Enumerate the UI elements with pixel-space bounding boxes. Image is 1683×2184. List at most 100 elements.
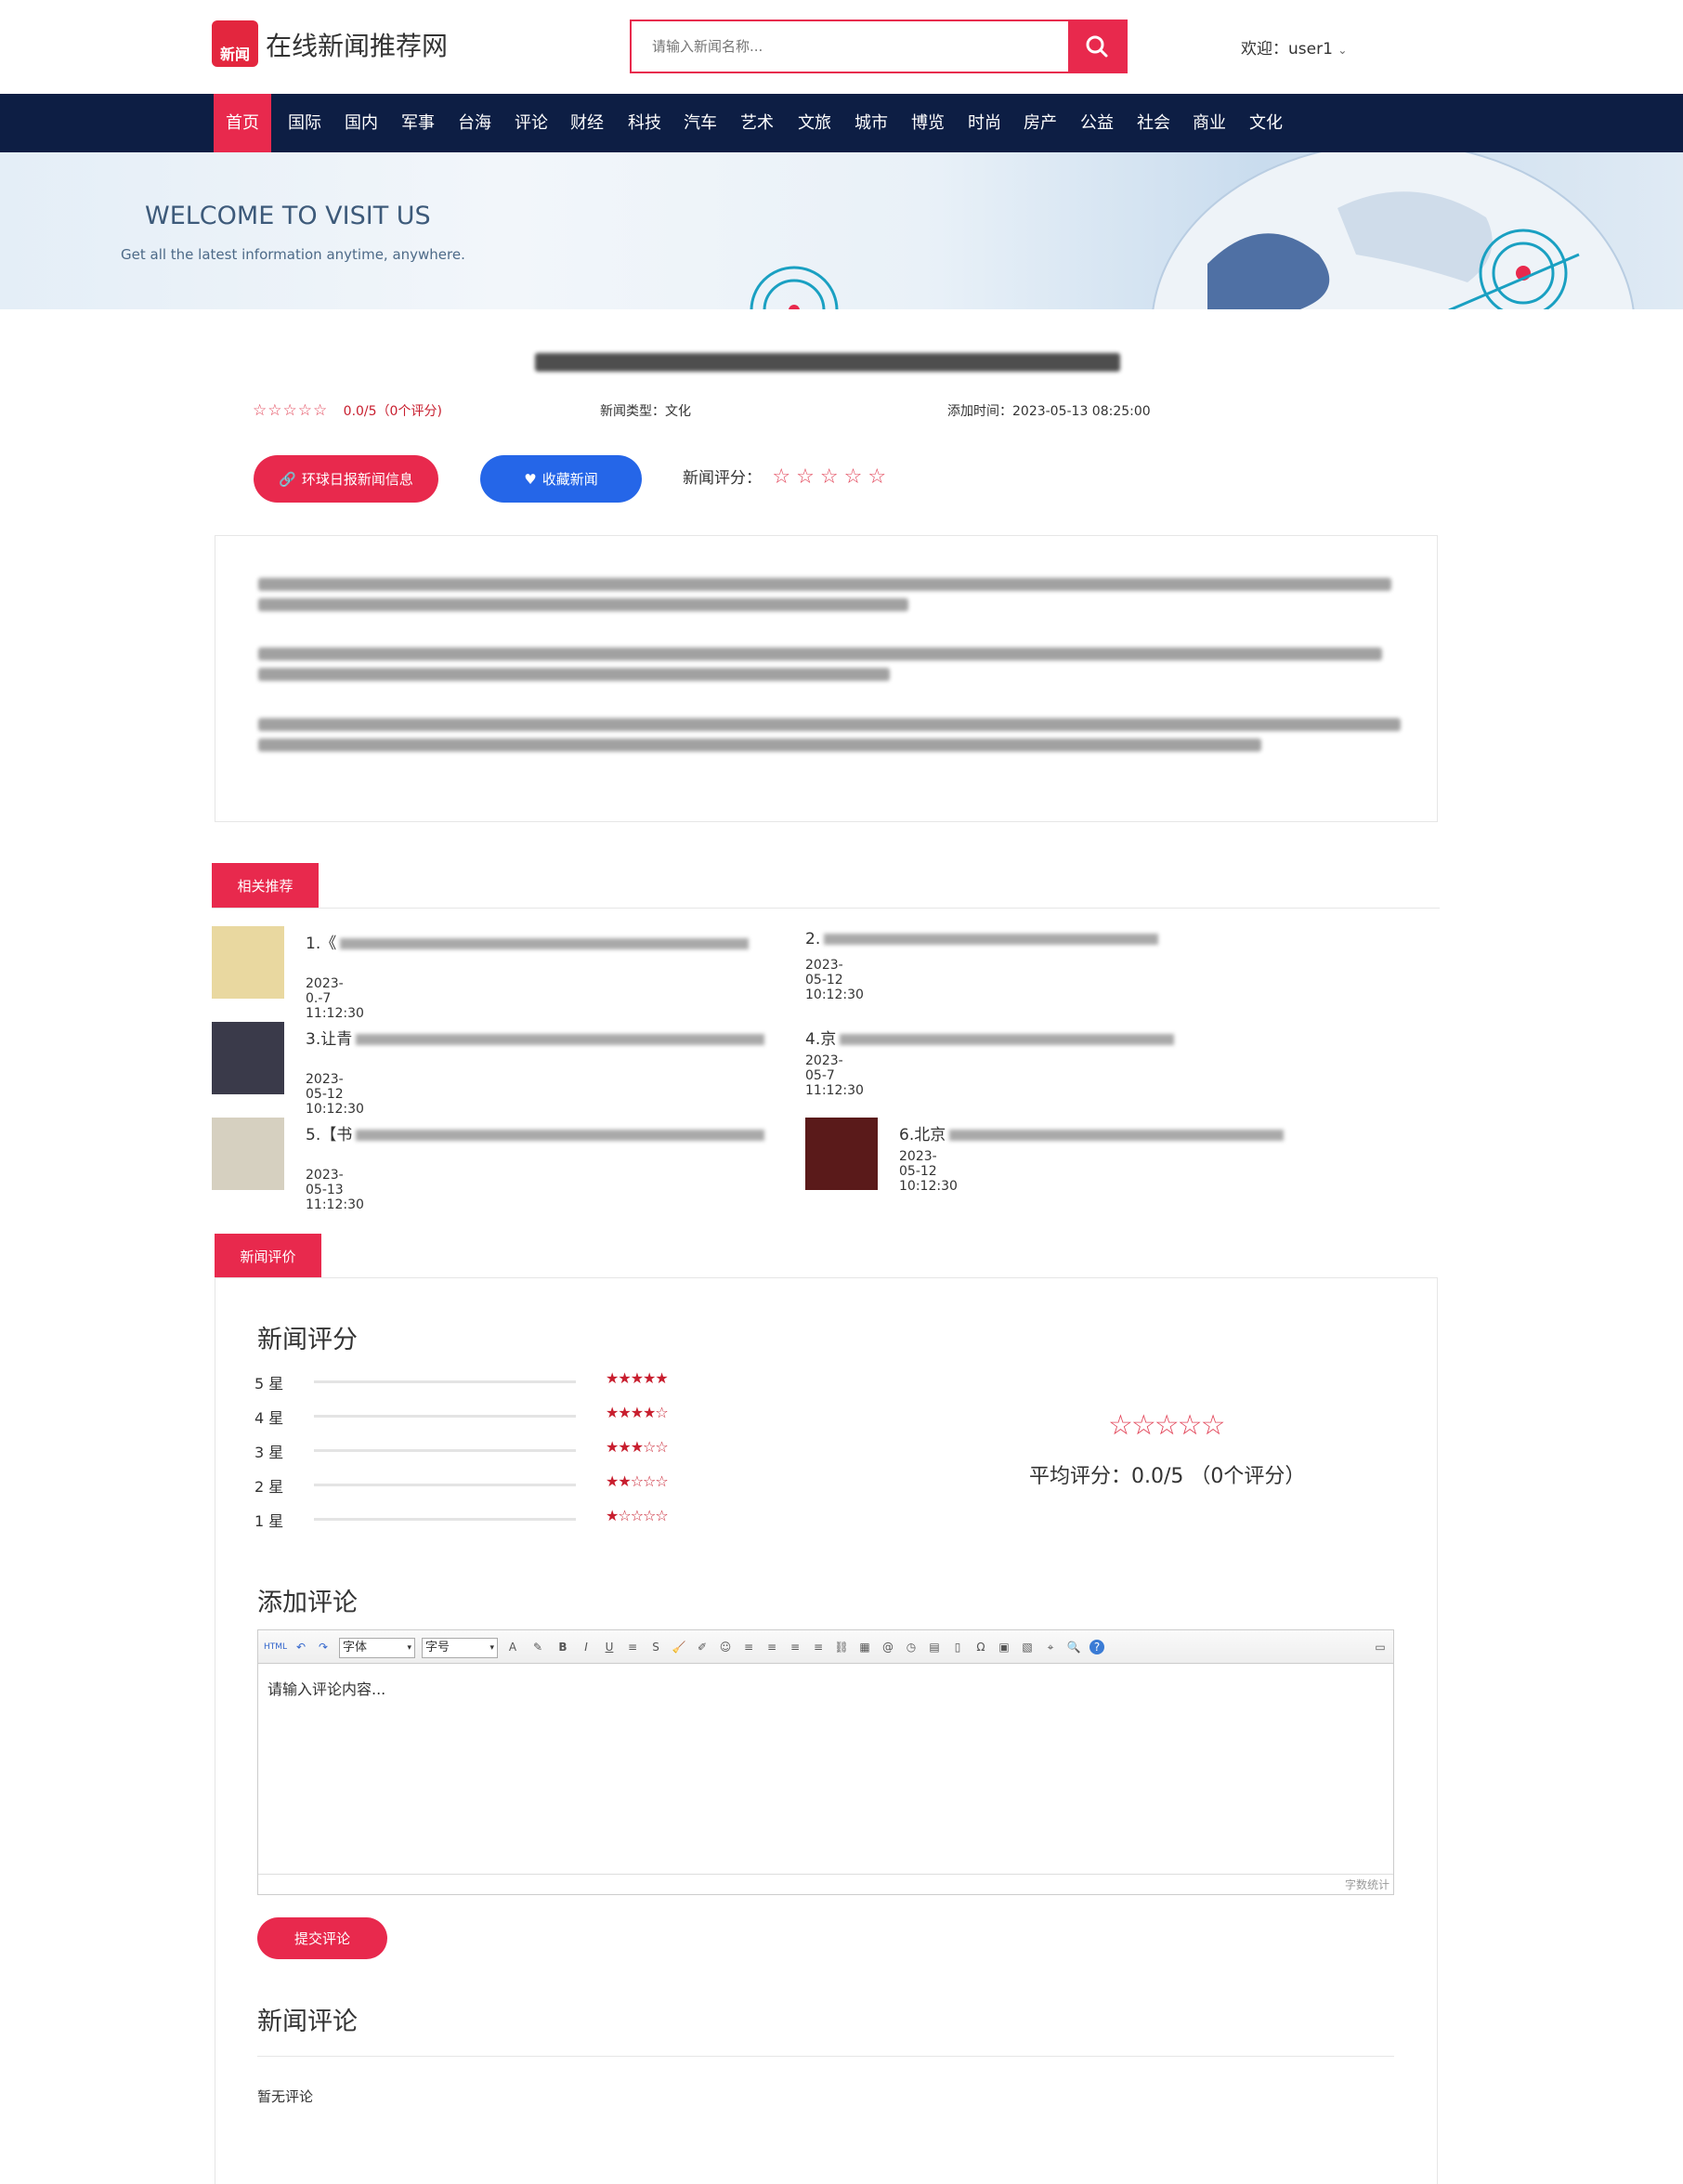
- anchor-icon[interactable]: @: [881, 1640, 895, 1654]
- nav-item[interactable]: 台海: [449, 94, 501, 152]
- format-clear-icon[interactable]: 🧹: [672, 1640, 686, 1654]
- tab-evaluation[interactable]: 新闻评价: [215, 1234, 321, 1278]
- rating-bar-track: [314, 1449, 576, 1452]
- html-source-icon[interactable]: HTML: [264, 1640, 287, 1654]
- rating-bar-stars-icon: ★★★☆☆: [606, 1438, 669, 1456]
- page-break-icon[interactable]: ▯: [950, 1640, 965, 1654]
- date-icon[interactable]: ▤: [927, 1640, 942, 1654]
- user-menu[interactable]: 欢迎：user1 ⌄: [1241, 35, 1347, 59]
- favorite-button[interactable]: ♥ 收藏新闻: [480, 455, 642, 503]
- bold-icon[interactable]: B: [555, 1640, 570, 1654]
- align-center-icon[interactable]: ≡: [764, 1640, 779, 1654]
- related-thumbnail[interactable]: [212, 1118, 284, 1190]
- find-icon[interactable]: ⌖: [1043, 1640, 1058, 1654]
- source-link-button[interactable]: 🔗 环球日报新闻信息: [254, 455, 438, 503]
- rate-star-icon[interactable]: ☆: [772, 465, 790, 489]
- nav-item[interactable]: 军事: [392, 94, 444, 152]
- nav-item[interactable]: 财经: [561, 94, 613, 152]
- related-title[interactable]: 4.京: [805, 1026, 1175, 1049]
- underline-icon[interactable]: U: [602, 1640, 617, 1654]
- nav-item[interactable]: 国内: [335, 94, 387, 152]
- submit-comment-button[interactable]: 提交评论: [257, 1917, 387, 1959]
- related-title[interactable]: 5.【书: [306, 1121, 765, 1144]
- nav-item[interactable]: 艺术: [731, 94, 783, 152]
- time-icon[interactable]: ◷: [904, 1640, 919, 1654]
- align-justify-icon[interactable]: ≡: [811, 1640, 826, 1654]
- nav-item[interactable]: 国际: [279, 94, 331, 152]
- special-char-icon[interactable]: Ω: [973, 1640, 988, 1654]
- search-button[interactable]: [1068, 21, 1126, 72]
- align-left-icon[interactable]: ≡: [741, 1640, 756, 1654]
- source-button-label: 环球日报新闻信息: [301, 471, 413, 488]
- nav-item[interactable]: 科技: [619, 94, 671, 152]
- logo-badge-text: 新闻: [219, 46, 250, 63]
- article-category: 新闻类型：文化: [600, 404, 691, 419]
- rating-bar-stars-icon: ★☆☆☆☆: [606, 1507, 669, 1524]
- undo-icon[interactable]: ↶: [294, 1640, 308, 1654]
- related-title[interactable]: 3.让青: [306, 1026, 765, 1049]
- related-thumbnail[interactable]: [212, 1022, 284, 1094]
- nav-item[interactable]: 社会: [1128, 94, 1180, 152]
- comment-textarea[interactable]: 请输入评论内容...: [267, 1677, 385, 1699]
- rate-star-icon[interactable]: ☆: [820, 465, 839, 489]
- related-title[interactable]: 1.《: [306, 930, 750, 953]
- site-logo[interactable]: 新闻: [212, 20, 258, 67]
- align-right-icon[interactable]: ≡: [788, 1640, 802, 1654]
- redo-icon[interactable]: ↷: [316, 1640, 331, 1654]
- nav-item[interactable]: 城市: [845, 94, 897, 152]
- rate-label: 新闻评分：: [683, 469, 762, 488]
- nav-item[interactable]: 评论: [505, 94, 557, 152]
- related-title[interactable]: 2.: [805, 930, 1159, 948]
- tab-related[interactable]: 相关推荐: [212, 863, 319, 908]
- media-icon[interactable]: ▣: [997, 1640, 1011, 1654]
- strikethrough-icon[interactable]: S: [648, 1640, 663, 1654]
- rating-bar-label: 3 星: [254, 1444, 284, 1461]
- nav-item[interactable]: 文旅: [789, 94, 841, 152]
- image-icon[interactable]: ▦: [857, 1640, 872, 1654]
- site-name[interactable]: 在线新闻推荐网: [266, 26, 448, 63]
- nav-item[interactable]: 首页: [214, 94, 271, 152]
- rate-star-icon[interactable]: ☆: [844, 465, 863, 489]
- nav-item[interactable]: 博览: [902, 94, 954, 152]
- related-title-text: 3.让青: [306, 1030, 353, 1049]
- emoji-icon[interactable]: ☺: [718, 1640, 733, 1654]
- line-height-icon[interactable]: ≡: [625, 1640, 640, 1654]
- nav-item[interactable]: 汽车: [674, 94, 726, 152]
- add-comment-heading: 添加评论: [257, 1589, 358, 1617]
- related-title-redacted: [824, 934, 1159, 945]
- link-icon[interactable]: ⛓: [834, 1640, 849, 1654]
- fullscreen-icon[interactable]: ▭: [1373, 1640, 1388, 1654]
- rate-star-icon[interactable]: ☆: [868, 465, 886, 489]
- related-thumbnail[interactable]: [212, 926, 284, 999]
- preview-icon[interactable]: 🔍: [1066, 1640, 1081, 1654]
- help-icon[interactable]: ?: [1089, 1640, 1104, 1654]
- related-title-redacted: [356, 1130, 765, 1141]
- related-title[interactable]: 6.北京: [899, 1121, 1285, 1144]
- rating-stars-icon: ☆☆☆☆☆: [253, 401, 329, 420]
- article-rating-summary: ☆☆☆☆☆ 0.0/5（0个评分): [253, 401, 442, 420]
- format-brush-icon[interactable]: ✐: [695, 1640, 710, 1654]
- italic-icon[interactable]: I: [579, 1640, 594, 1654]
- search-icon: [1086, 35, 1108, 58]
- table-icon[interactable]: ▧: [1020, 1640, 1035, 1654]
- font-color-icon[interactable]: A: [505, 1640, 520, 1654]
- nav-item[interactable]: 文化: [1240, 94, 1292, 152]
- main-nav: 首页 国际 国内 军事 台海 评论 财经 科技 汽车 艺术 文旅 城市 博览 时尚 房产 公益 社会 商业 文化: [0, 94, 1683, 152]
- search-input[interactable]: [632, 21, 1068, 72]
- font-size-select[interactable]: 字号 ▾: [422, 1638, 498, 1658]
- rating-bar-track: [314, 1518, 576, 1521]
- banner: [0, 152, 1683, 309]
- nav-item[interactable]: 公益: [1071, 94, 1123, 152]
- rate-star-icon[interactable]: ☆: [796, 465, 815, 489]
- font-family-select[interactable]: 字体 ▾: [339, 1638, 415, 1658]
- nav-item[interactable]: 房产: [1014, 94, 1066, 152]
- no-comments-text: 暂无评论: [257, 2088, 314, 2105]
- related-thumbnail[interactable]: [805, 1118, 878, 1190]
- related-title-redacted: [840, 1034, 1175, 1045]
- nav-item[interactable]: 时尚: [959, 94, 1011, 152]
- related-title-text: 5.【书: [306, 1126, 353, 1144]
- related-title-text: 1.《: [306, 935, 337, 953]
- highlight-icon[interactable]: ✎: [530, 1640, 545, 1654]
- rating-bar-track: [314, 1415, 576, 1418]
- nav-item[interactable]: 商业: [1183, 94, 1235, 152]
